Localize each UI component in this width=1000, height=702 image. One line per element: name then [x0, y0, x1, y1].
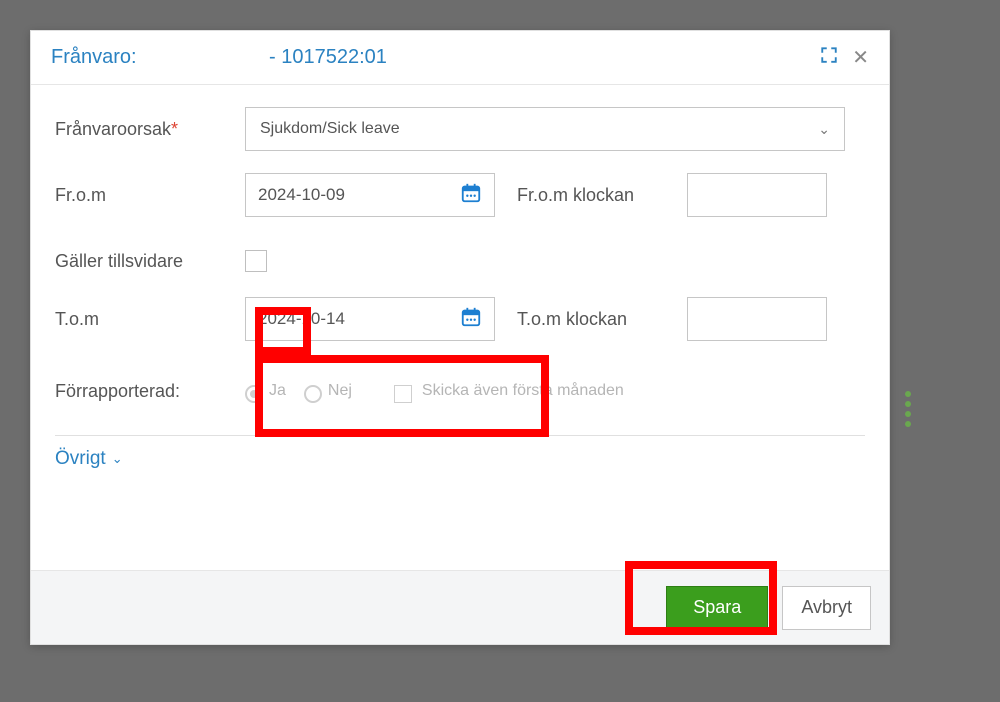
calendar-icon[interactable] [460, 306, 482, 333]
calendar-icon[interactable] [460, 182, 482, 209]
ongoing-checkbox[interactable] [245, 250, 267, 272]
to-time-label: T.o.m klockan [517, 309, 687, 330]
row-ongoing: Gäller tillsvidare [55, 239, 865, 283]
ovrigt-label: Övrigt [55, 448, 106, 470]
title-id: - 1017522:01 [269, 46, 387, 69]
dialog-body: Frånvaroorsak* Sjukdom/Sick leave ⌄ Fr.o… [31, 85, 889, 570]
chevron-down-icon: ⌄ [112, 451, 123, 467]
to-label: T.o.m [55, 309, 245, 330]
to-date-value: 2024-10-14 [258, 309, 345, 329]
reason-value: Sjukdom/Sick leave [260, 120, 400, 138]
send-first-month-label: Skicka även första månaden [422, 382, 624, 400]
to-time-input[interactable] [687, 297, 827, 341]
from-date-value: 2024-10-09 [258, 185, 345, 205]
header-actions: ✕ [820, 45, 869, 70]
to-date-input[interactable]: 2024-10-14 [245, 297, 495, 341]
from-label: Fr.o.m [55, 185, 245, 206]
reason-select[interactable]: Sjukdom/Sick leave ⌄ [245, 107, 845, 151]
save-button[interactable]: Spara [666, 586, 768, 630]
radio-yes [245, 385, 263, 403]
dialog-title: Frånvaro: - 1017522:01 [51, 46, 387, 69]
row-prereported: Förrapporterad: Ja Nej Skicka även först… [55, 369, 865, 413]
radio-no-label: Nej [328, 382, 352, 400]
reason-label: Frånvaroorsak* [55, 119, 245, 140]
ovrigt-collapse[interactable]: Övrigt ⌄ [55, 448, 865, 470]
dialog-header: Frånvaro: - 1017522:01 ✕ [31, 31, 889, 85]
ongoing-label: Gäller tillsvidare [55, 251, 245, 272]
close-icon[interactable]: ✕ [852, 45, 869, 70]
from-time-label: Fr.o.m klockan [517, 185, 687, 206]
dialog-footer: Spara Avbryt [31, 570, 889, 644]
cancel-button[interactable]: Avbryt [782, 586, 871, 630]
radio-no [304, 385, 322, 403]
radio-yes-label: Ja [269, 382, 286, 400]
from-date-input[interactable]: 2024-10-09 [245, 173, 495, 217]
from-time-input[interactable] [687, 173, 827, 217]
chevron-down-icon: ⌄ [818, 121, 830, 138]
divider [55, 435, 865, 436]
required-marker: * [171, 119, 178, 139]
prereported-label: Förrapporterad: [55, 381, 245, 402]
title-prefix: Frånvaro: [51, 46, 261, 69]
row-reason: Frånvaroorsak* Sjukdom/Sick leave ⌄ [55, 107, 865, 151]
resize-handle-icon[interactable] [905, 391, 911, 427]
absence-dialog: Frånvaro: - 1017522:01 ✕ Frånvaroorsak* … [30, 30, 890, 645]
row-from: Fr.o.m 2024-10-09 Fr.o.m klockan [55, 173, 865, 217]
expand-icon[interactable] [820, 46, 838, 69]
send-first-month-checkbox [394, 385, 412, 403]
row-to: T.o.m 2024-10-14 T.o.m klockan [55, 297, 865, 341]
